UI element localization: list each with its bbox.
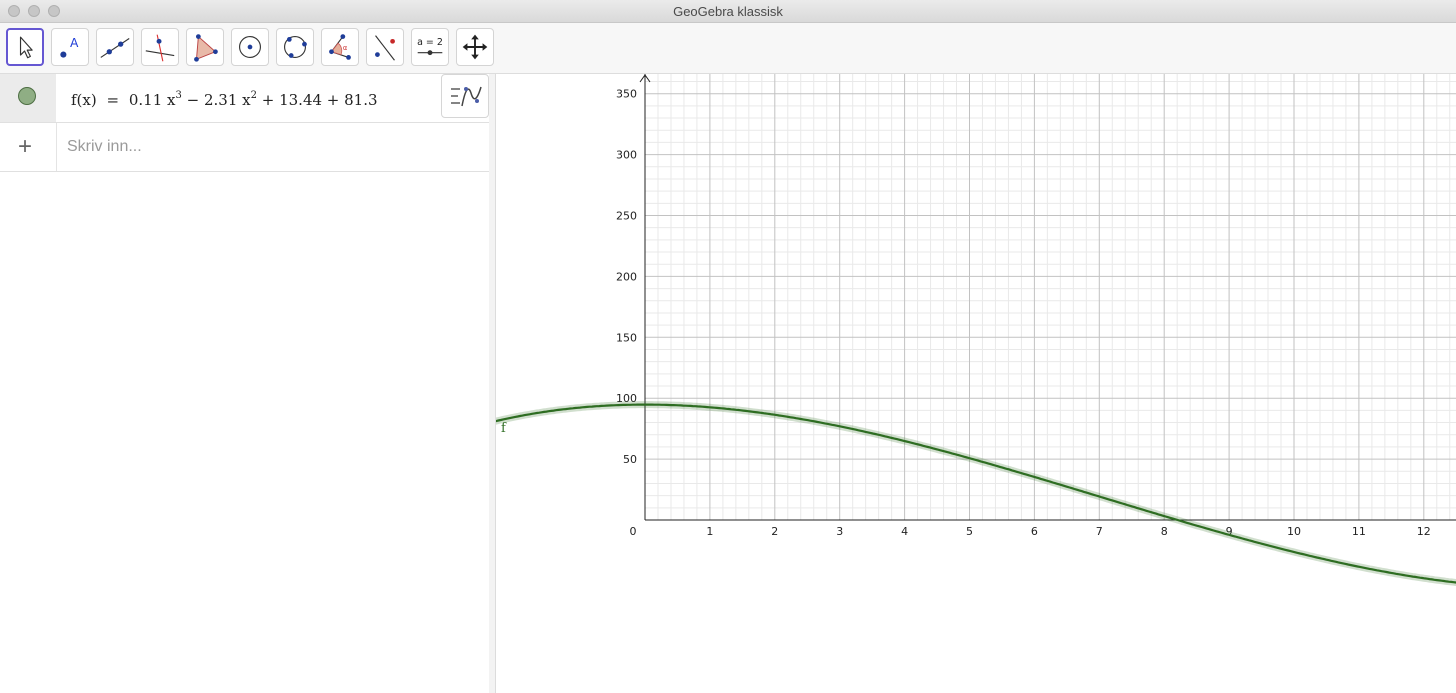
function-label[interactable]: f bbox=[501, 421, 507, 436]
perpendicular-line-icon bbox=[145, 34, 175, 62]
svg-text:α: α bbox=[343, 44, 348, 52]
add-item-cell[interactable]: + bbox=[0, 123, 57, 171]
point-icon: A bbox=[60, 36, 79, 58]
term-3: + 13.44 + 81.3 bbox=[256, 91, 378, 109]
angle-icon: α bbox=[329, 34, 351, 60]
circle-three-points-icon bbox=[284, 36, 307, 58]
function-graph-f[interactable] bbox=[496, 401, 1456, 586]
view-divider[interactable] bbox=[489, 74, 496, 693]
x-tick-label: 0 bbox=[630, 525, 637, 538]
x-tick-label: 10 bbox=[1287, 525, 1301, 538]
svg-text:A: A bbox=[70, 36, 79, 50]
y-tick-labels: 50100150200250300350 bbox=[616, 88, 637, 466]
x-tick-labels: 0 1 2 3 4 5 6 7 8 9 10 11 12 bbox=[630, 525, 1431, 538]
x-tick-label: 2 bbox=[771, 525, 778, 538]
minor-grid bbox=[645, 74, 1456, 520]
circle-center-icon bbox=[239, 36, 261, 58]
y-tick-label: 150 bbox=[616, 331, 637, 344]
circle-tool-button[interactable] bbox=[231, 28, 269, 66]
algebra-item-f[interactable]: f(x) = 0.11 x3 − 2.31 x2 + 13.44 + 81.3 bbox=[0, 74, 489, 123]
function-lhs: f(x) bbox=[71, 91, 97, 109]
style-bar-icon bbox=[451, 86, 482, 107]
x-tick-label: 8 bbox=[1161, 525, 1168, 538]
y-tick-label: 50 bbox=[623, 453, 637, 466]
move-tool-button[interactable] bbox=[6, 28, 44, 66]
graphics-view[interactable]: 0 1 2 3 4 5 6 7 8 9 10 11 12 50 100 150 200 250 300 350 f bbox=[496, 74, 1456, 693]
move-graphics-icon bbox=[462, 34, 488, 60]
slider-tool-button[interactable]: a = 2 bbox=[411, 28, 449, 66]
line-tool-button[interactable] bbox=[96, 28, 134, 66]
y-tick-label: 300 bbox=[616, 149, 637, 162]
algebra-view: f(x) = 0.11 x3 − 2.31 x2 + 13.44 + 81.3 … bbox=[0, 74, 490, 693]
major-grid bbox=[644, 74, 1456, 520]
graphics-canvas[interactable]: 0 1 2 3 4 5 6 7 8 9 10 11 12 50100150200250300350 f bbox=[496, 74, 1456, 693]
equals-sign: = bbox=[106, 91, 120, 109]
angle-tool-button[interactable]: α bbox=[321, 28, 359, 66]
window-title: GeoGebra klassisk bbox=[673, 4, 783, 19]
perpendicular-tool-button[interactable] bbox=[141, 28, 179, 66]
visibility-marble-icon[interactable] bbox=[18, 87, 36, 105]
x-tick-label: 11 bbox=[1352, 525, 1366, 538]
reflect-tool-button[interactable] bbox=[366, 28, 404, 66]
x-tick-label: 4 bbox=[901, 525, 908, 538]
conic-tool-button[interactable] bbox=[276, 28, 314, 66]
point-tool-button[interactable]: A bbox=[51, 28, 89, 66]
x-tick-label: 3 bbox=[836, 525, 843, 538]
visibility-toggle-cell[interactable] bbox=[0, 74, 56, 122]
polygon-icon bbox=[194, 34, 218, 62]
x-tick-label: 5 bbox=[966, 525, 973, 538]
x-tick-label: 12 bbox=[1417, 525, 1431, 538]
move-graphics-tool-button[interactable] bbox=[456, 28, 494, 66]
slider-tool-label: a = 2 bbox=[417, 37, 443, 48]
reflect-icon bbox=[375, 35, 395, 61]
polygon-tool-button[interactable] bbox=[186, 28, 224, 66]
algebra-style-button[interactable] bbox=[441, 74, 489, 118]
title-bar: GeoGebra klassisk bbox=[0, 0, 1456, 23]
x-tick-label: 1 bbox=[706, 525, 713, 538]
slider-icon: a = 2 bbox=[417, 37, 443, 56]
term-1: 0.11 x3 bbox=[128, 90, 182, 109]
line-icon bbox=[100, 38, 130, 58]
x-tick-label: 6 bbox=[1031, 525, 1038, 538]
y-tick-label: 250 bbox=[616, 210, 637, 223]
plus-icon[interactable]: + bbox=[18, 135, 32, 159]
axes bbox=[639, 74, 1456, 521]
y-tick-label: 200 bbox=[616, 270, 637, 283]
algebra-input-row[interactable]: + bbox=[0, 123, 489, 172]
x-tick-label: 7 bbox=[1096, 525, 1103, 538]
y-tick-label: 350 bbox=[616, 88, 637, 101]
function-curve bbox=[496, 403, 1456, 584]
toolbar: A α a = 2 bbox=[0, 23, 1456, 74]
cursor-arrow-icon bbox=[19, 36, 33, 59]
term-2: − 2.31 x2 bbox=[181, 90, 257, 109]
function-definition[interactable]: f(x) = 0.11 x3 − 2.31 x2 + 13.44 + 81.3 bbox=[71, 90, 378, 109]
algebra-input[interactable] bbox=[67, 136, 427, 158]
